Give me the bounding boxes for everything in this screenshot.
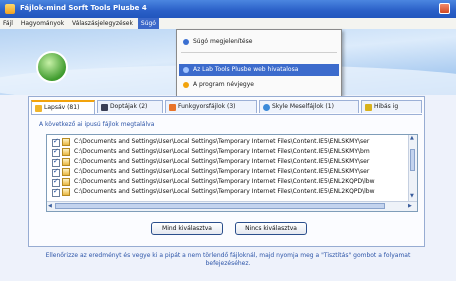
scrollbar-thumb[interactable] bbox=[55, 203, 385, 209]
scrollbar-thumb[interactable] bbox=[410, 149, 415, 171]
list-item[interactable]: C:\Documents and Settings\User\Local Set… bbox=[47, 137, 407, 147]
app-icon bbox=[5, 4, 15, 14]
file-path: C:\Documents and Settings\User\Local Set… bbox=[74, 178, 375, 185]
scroll-down-icon[interactable]: ▼ bbox=[410, 193, 414, 199]
file-icon bbox=[62, 138, 70, 146]
file-icon bbox=[62, 188, 70, 196]
tab-strip: Lapsáv (81) Doptájak (2) Funkgyorsfájlok… bbox=[31, 100, 422, 114]
tab-label: Doptájak (2) bbox=[110, 103, 148, 110]
menu-item-label: Az Lab Tools Plusbe web hivatalosa bbox=[193, 66, 299, 73]
vertical-scrollbar[interactable]: ▲ ▼ bbox=[408, 135, 417, 201]
window-title: Fájlok-mind Sorft Tools Plusbe 4 bbox=[20, 4, 147, 12]
file-path: C:\Documents and Settings\User\Local Set… bbox=[74, 148, 370, 155]
file-path: C:\Documents and Settings\User\Local Set… bbox=[74, 138, 370, 145]
app-window: Fájlok-mind Sorft Tools Plusbe 4 Fájl Ha… bbox=[0, 0, 456, 281]
close-button[interactable] bbox=[439, 3, 450, 14]
list-item[interactable]: C:\Documents and Settings\User\Local Set… bbox=[47, 167, 407, 177]
file-checkbox[interactable] bbox=[52, 157, 60, 167]
file-checkbox[interactable] bbox=[52, 147, 60, 157]
instruction-text: Ellenőrizze az eredményt és vegye ki a p… bbox=[45, 252, 411, 267]
tab-lapsav[interactable]: Lapsáv (81) bbox=[31, 100, 95, 114]
menu-item-label: A program névjegye bbox=[193, 81, 254, 88]
file-icon bbox=[62, 148, 70, 156]
list-item[interactable]: C:\Documents and Settings\User\Local Set… bbox=[47, 187, 407, 197]
menu-hagyomanyok[interactable]: Hagyományok bbox=[18, 18, 67, 29]
horizontal-scrollbar[interactable]: ◀ ▶ bbox=[47, 201, 417, 211]
tab-hibas[interactable]: Hibás ig bbox=[361, 100, 422, 113]
help-menu-dropdown: Súgó megjelenítése Az Lab Tools Plusbe w… bbox=[176, 29, 342, 97]
help-menu-item-about[interactable]: A program névjegye bbox=[179, 79, 339, 91]
file-icon bbox=[62, 158, 70, 166]
file-checkbox[interactable] bbox=[52, 177, 60, 187]
menu-item-label: Súgó megjelenítése bbox=[193, 38, 253, 45]
tab-label: Hibás ig bbox=[374, 103, 399, 110]
tab-doptajak[interactable]: Doptájak (2) bbox=[97, 100, 163, 113]
help-menu-item-show-help[interactable]: Súgó megjelenítése bbox=[179, 36, 339, 48]
list-item[interactable]: C:\Documents and Settings\User\Local Set… bbox=[47, 177, 407, 187]
title-bar: Fájlok-mind Sorft Tools Plusbe 4 bbox=[0, 0, 456, 18]
file-path: C:\Documents and Settings\User\Local Set… bbox=[74, 158, 370, 165]
menu-separator bbox=[181, 52, 337, 53]
tab-funkgyorsfajlok[interactable]: Funkgyorsfájlok (3) bbox=[165, 100, 257, 113]
monitor-icon bbox=[101, 104, 108, 111]
tab-label: Lapsáv (81) bbox=[44, 104, 80, 111]
menu-help[interactable]: Súgó bbox=[137, 18, 159, 29]
warning-icon bbox=[365, 104, 372, 111]
file-checkbox[interactable] bbox=[52, 137, 60, 147]
info-icon bbox=[183, 82, 189, 88]
file-list[interactable]: C:\Documents and Settings\User\Local Set… bbox=[46, 134, 418, 212]
file-checkbox[interactable] bbox=[52, 187, 60, 197]
help-icon bbox=[183, 39, 189, 45]
tab-divider bbox=[31, 114, 422, 115]
menu-file[interactable]: Fájl bbox=[0, 18, 16, 29]
deselect-all-button[interactable]: Nincs kiválasztva bbox=[235, 222, 307, 235]
file-path: C:\Documents and Settings\User\Local Set… bbox=[74, 168, 370, 175]
globe-icon bbox=[263, 104, 270, 111]
web-icon bbox=[183, 67, 189, 73]
tab-label: Skyle Meselfájlok (1) bbox=[272, 103, 334, 110]
results-panel: Lapsáv (81) Doptájak (2) Funkgyorsfájlok… bbox=[28, 96, 425, 247]
list-item[interactable]: C:\Documents and Settings\User\Local Set… bbox=[47, 147, 407, 157]
wand-icon bbox=[169, 104, 176, 111]
list-item[interactable]: C:\Documents and Settings\User\Local Set… bbox=[47, 157, 407, 167]
scroll-right-icon[interactable]: ▶ bbox=[408, 203, 412, 209]
scroll-up-icon[interactable]: ▲ bbox=[410, 135, 414, 141]
menu-valaszasjelegyzesek[interactable]: Válaszásjelegyzések bbox=[69, 18, 136, 29]
folder-icon bbox=[35, 105, 42, 112]
tab-skyle-meselfajlok[interactable]: Skyle Meselfájlok (1) bbox=[259, 100, 359, 113]
file-icon bbox=[62, 168, 70, 176]
help-menu-item-website[interactable]: Az Lab Tools Plusbe web hivatalosa bbox=[179, 64, 339, 76]
file-checkbox[interactable] bbox=[52, 167, 60, 177]
tab-label: Funkgyorsfájlok (3) bbox=[178, 103, 236, 110]
file-icon bbox=[62, 178, 70, 186]
file-path: C:\Documents and Settings\User\Local Set… bbox=[74, 188, 375, 195]
section-label: A következő ai ipusú fájlok megtalálva bbox=[39, 121, 155, 128]
select-all-button[interactable]: Mind kiválasztva bbox=[151, 222, 223, 235]
scroll-left-icon[interactable]: ◀ bbox=[48, 203, 52, 209]
app-logo bbox=[36, 51, 68, 83]
